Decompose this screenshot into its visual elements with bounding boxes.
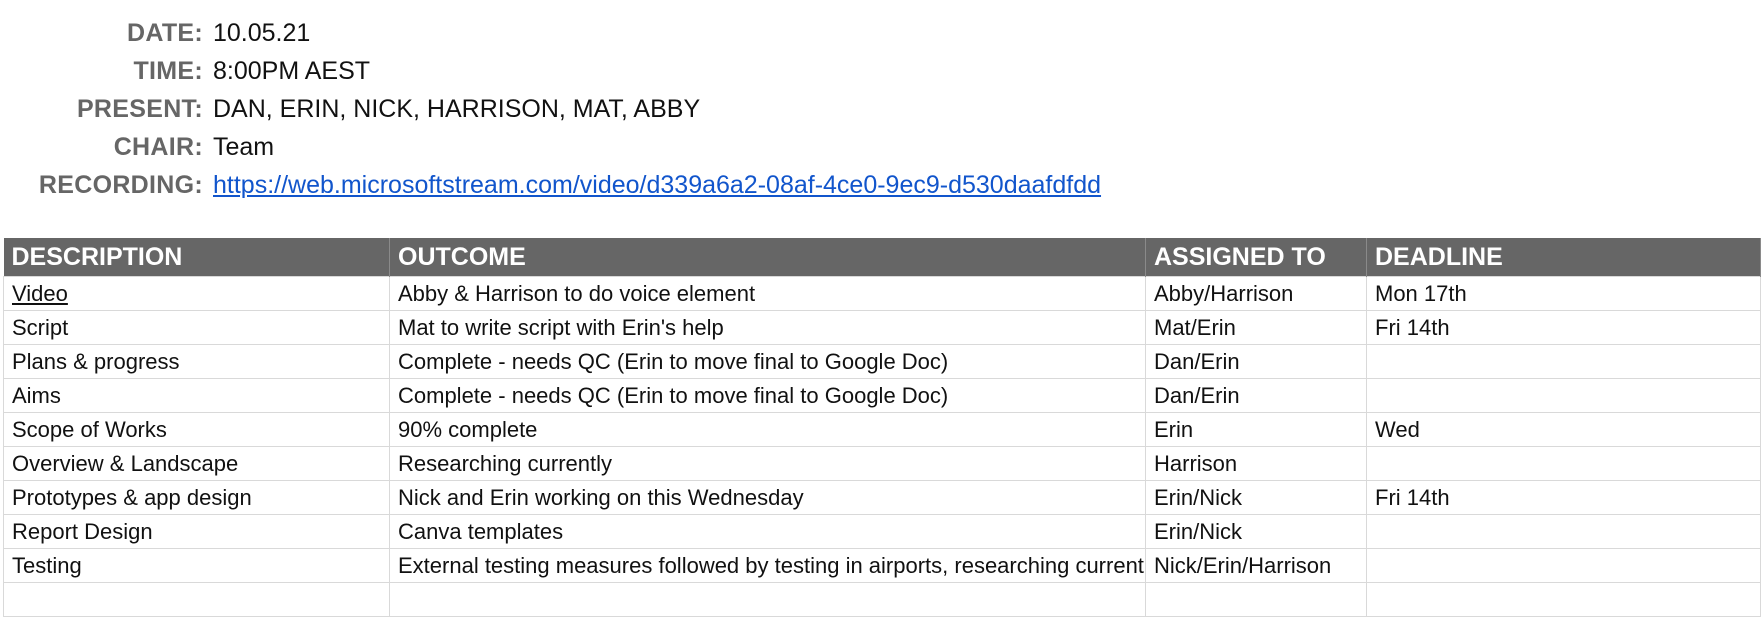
assigned-cell[interactable]: Dan/Erin	[1145, 344, 1367, 379]
deadline-cell[interactable]: Fri 14th	[1366, 480, 1761, 515]
description-cell[interactable]	[3, 582, 390, 617]
assigned-cell[interactable]	[1145, 582, 1367, 617]
description-cell[interactable]: Scope of Works	[3, 412, 390, 447]
table-row	[3, 582, 1761, 617]
table-row: Scope of Works 90% complete Erin Wed	[3, 412, 1761, 447]
assigned-cell[interactable]: Mat/Erin	[1145, 310, 1367, 345]
chair-label: CHAIR:	[113, 133, 203, 161]
outcome-cell[interactable]: Complete - needs QC (Erin to move final …	[389, 344, 1146, 379]
outcome-cell[interactable]: Nick and Erin working on this Wednesday	[389, 480, 1146, 515]
deadline-cell[interactable]: Mon 17th	[1366, 276, 1761, 311]
deadline-cell[interactable]	[1366, 378, 1761, 413]
column-header-deadline[interactable]: DEADLINE	[1366, 238, 1761, 277]
deadline-cell[interactable]	[1366, 344, 1761, 379]
deadline-cell[interactable]	[1366, 446, 1761, 481]
column-header-outcome[interactable]: OUTCOME	[389, 238, 1146, 277]
description-cell[interactable]: Plans & progress	[3, 344, 390, 379]
column-header-assigned-to[interactable]: ASSIGNED TO	[1145, 238, 1367, 277]
chair-row: CHAIR: Team	[0, 128, 1101, 166]
deadline-cell[interactable]: Fri 14th	[1366, 310, 1761, 345]
outcome-cell[interactable]: Canva templates	[389, 514, 1146, 549]
action-items-table: DESCRIPTION OUTCOME ASSIGNED TO DEADLINE…	[3, 238, 1761, 617]
deadline-cell[interactable]	[1366, 582, 1761, 617]
table-row: Script Mat to write script with Erin's h…	[3, 310, 1761, 345]
outcome-cell[interactable]	[389, 582, 1146, 617]
outcome-cell[interactable]: External testing measures followed by te…	[389, 548, 1146, 583]
table-row: Report Design Canva templates Erin/Nick	[3, 514, 1761, 549]
recording-label: RECORDING:	[38, 171, 203, 199]
outcome-cell[interactable]: Mat to write script with Erin's help	[389, 310, 1146, 345]
description-cell[interactable]: Aims	[3, 378, 390, 413]
description-cell[interactable]: Video	[3, 276, 390, 311]
description-text: Video	[12, 281, 68, 306]
deadline-cell[interactable]	[1366, 514, 1761, 549]
assigned-cell[interactable]: Abby/Harrison	[1145, 276, 1367, 311]
present-value[interactable]: DAN, ERIN, NICK, HARRISON, MAT, ABBY	[203, 90, 700, 128]
deadline-cell[interactable]: Wed	[1366, 412, 1761, 447]
recording-row: RECORDING: https://web.microsoftstream.c…	[0, 166, 1101, 204]
meeting-details: DATE: 10.05.21 TIME: 8:00PM AEST PRESENT…	[0, 14, 1101, 204]
assigned-cell[interactable]: Erin/Nick	[1145, 514, 1367, 549]
table-row: Prototypes & app design Nick and Erin wo…	[3, 480, 1761, 515]
date-value[interactable]: 10.05.21	[203, 14, 310, 52]
assigned-cell[interactable]: Nick/Erin/Harrison	[1145, 548, 1367, 583]
table-row: Testing External testing measures follow…	[3, 548, 1761, 583]
description-cell[interactable]: Overview & Landscape	[3, 446, 390, 481]
time-label: TIME:	[133, 57, 203, 85]
deadline-cell[interactable]	[1366, 548, 1761, 583]
assigned-cell[interactable]: Erin	[1145, 412, 1367, 447]
table-header-row: DESCRIPTION OUTCOME ASSIGNED TO DEADLINE	[3, 238, 1761, 277]
description-cell[interactable]: Testing	[3, 548, 390, 583]
description-cell[interactable]: Script	[3, 310, 390, 345]
time-row: TIME: 8:00PM AEST	[0, 52, 1101, 90]
description-cell[interactable]: Prototypes & app design	[3, 480, 390, 515]
outcome-cell[interactable]: Complete - needs QC (Erin to move final …	[389, 378, 1146, 413]
outcome-cell[interactable]: 90% complete	[389, 412, 1146, 447]
assigned-cell[interactable]: Dan/Erin	[1145, 378, 1367, 413]
chair-value[interactable]: Team	[203, 128, 274, 166]
outcome-cell[interactable]: Researching currently	[389, 446, 1146, 481]
table-row: Video Abby & Harrison to do voice elemen…	[3, 276, 1761, 311]
table-row: Plans & progress Complete - needs QC (Er…	[3, 344, 1761, 379]
present-label: PRESENT:	[76, 95, 203, 123]
assigned-cell[interactable]: Erin/Nick	[1145, 480, 1367, 515]
date-row: DATE: 10.05.21	[0, 14, 1101, 52]
description-cell[interactable]: Report Design	[3, 514, 390, 549]
table-row: Overview & Landscape Researching current…	[3, 446, 1761, 481]
outcome-cell[interactable]: Abby & Harrison to do voice element	[389, 276, 1146, 311]
table-row: Aims Complete - needs QC (Erin to move f…	[3, 378, 1761, 413]
column-header-description[interactable]: DESCRIPTION	[3, 238, 390, 277]
recording-link[interactable]: https://web.microsoftstream.com/video/d3…	[213, 171, 1101, 199]
assigned-cell[interactable]: Harrison	[1145, 446, 1367, 481]
date-label: DATE:	[126, 19, 203, 47]
time-value[interactable]: 8:00PM AEST	[203, 52, 370, 90]
present-row: PRESENT: DAN, ERIN, NICK, HARRISON, MAT,…	[0, 90, 1101, 128]
